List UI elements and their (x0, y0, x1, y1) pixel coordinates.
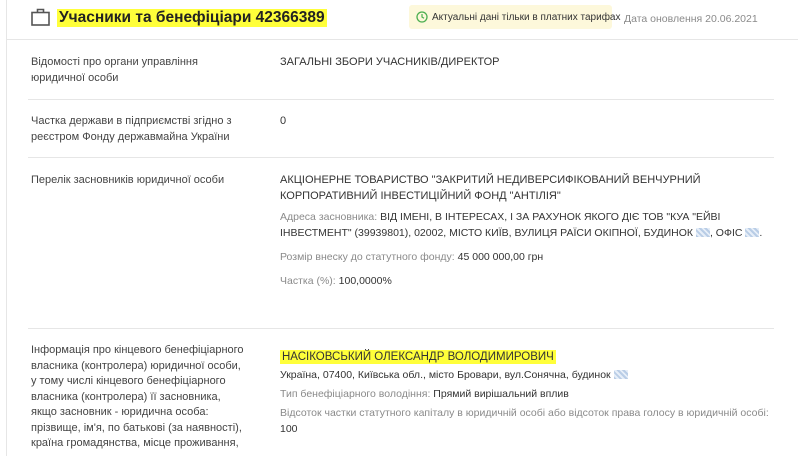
row-state-share: Частка держави в підприємстві згідно з р… (28, 100, 774, 158)
founder-name: АКЦІОНЕРНЕ ТОВАРИСТВО "ЗАКРИТИЙ НЕДИВЕРС… (280, 174, 701, 202)
address-value: Україна, 07400, Київська обл., місто Бро… (280, 368, 611, 381)
share-value: 100,0000% (338, 275, 392, 287)
address-tail: , ОФІС (709, 227, 743, 239)
row-label: Частка держави в підприємстві згідно з р… (31, 115, 232, 143)
beneficiary-percent: Відсоток частки статутного капіталу в юр… (280, 405, 770, 437)
beneficiary-entry: НАСІКОВСЬКИЙ ОЛЕКСАНДР ВОЛОДИМИРОВИЧ Укр… (280, 350, 770, 437)
badge-text: Актуальні дані тільки в платних тарифах (432, 11, 621, 23)
row-label: Інформація про кінцевого бенефіціарного … (31, 344, 244, 449)
redacted-mark (695, 228, 710, 237)
founder-entry: АКЦІОНЕРНЕ ТОВАРИСТВО "ЗАКРИТИЙ НЕДИВЕРС… (280, 173, 770, 289)
redacted-mark (613, 369, 628, 379)
row-beneficiary: Інформація про кінцевого бенефіціарного … (28, 329, 774, 456)
briefcase-icon (31, 8, 50, 26)
row-value: 0 (280, 115, 287, 127)
founder-address: Адреса засновника: ВІД ІМЕНІ, В ІНТЕРЕСА… (280, 209, 770, 241)
type-value: Прямий вирішальний вплив (433, 387, 569, 400)
paid-plan-badge[interactable]: Актуальні дані тільки в платних тарифах (409, 5, 621, 29)
beneficiary-name: НАСІКОВСЬКИЙ ОЛЕКСАНДР ВОЛОДИМИРОВИЧ (280, 350, 556, 364)
beneficiaries-card: Учасники та бенефіціари 42366389 Актуаль… (6, 0, 798, 456)
beneficiary-type: Тип бенефіціарного володіння: Прямий вир… (280, 386, 770, 402)
row-governing-bodies: Відомості про органи управління юридично… (28, 40, 774, 100)
beneficiary-name-wrap: НАСІКОВСЬКИЙ ОЛЕКСАНДР ВОЛОДИМИРОВИЧ (280, 350, 770, 366)
founder-share: Частка (%): 100,0000% (280, 273, 770, 289)
address-end: . (759, 227, 763, 239)
founder-capital: Розмір внеску до статутного фонду: 45 00… (280, 249, 770, 265)
percent-value: 100 (280, 422, 298, 435)
share-key: Частка (%): (280, 275, 336, 287)
row-label: Відомості про органи управління юридично… (31, 56, 198, 84)
percent-key: Відсоток частки статутного капіталу в юр… (280, 406, 769, 419)
page-title: Учасники та бенефіціари 42366389 (57, 9, 327, 27)
capital-key: Розмір внеску до статутного фонду: (280, 251, 455, 263)
type-key: Тип бенефіціарного володіння: (280, 387, 431, 400)
capital-value: 45 000 000,00 грн (457, 251, 544, 263)
address-key: Адреса засновника: (280, 211, 378, 223)
update-date: Дата оновлення 20.06.2021 (624, 13, 758, 25)
redacted-mark (745, 228, 760, 237)
card-header: Учасники та бенефіціари 42366389 Актуаль… (7, 0, 798, 40)
clock-icon (416, 11, 428, 23)
row-label: Перелік засновників юридичної особи (31, 174, 225, 186)
row-founders: Перелік засновників юридичної особи АКЦІ… (28, 158, 774, 329)
row-value: ЗАГАЛЬНІ ЗБОРИ УЧАСНИКІВ/ДИРЕКТОР (280, 56, 500, 68)
beneficiary-address: Україна, 07400, Київська обл., місто Бро… (280, 367, 770, 383)
